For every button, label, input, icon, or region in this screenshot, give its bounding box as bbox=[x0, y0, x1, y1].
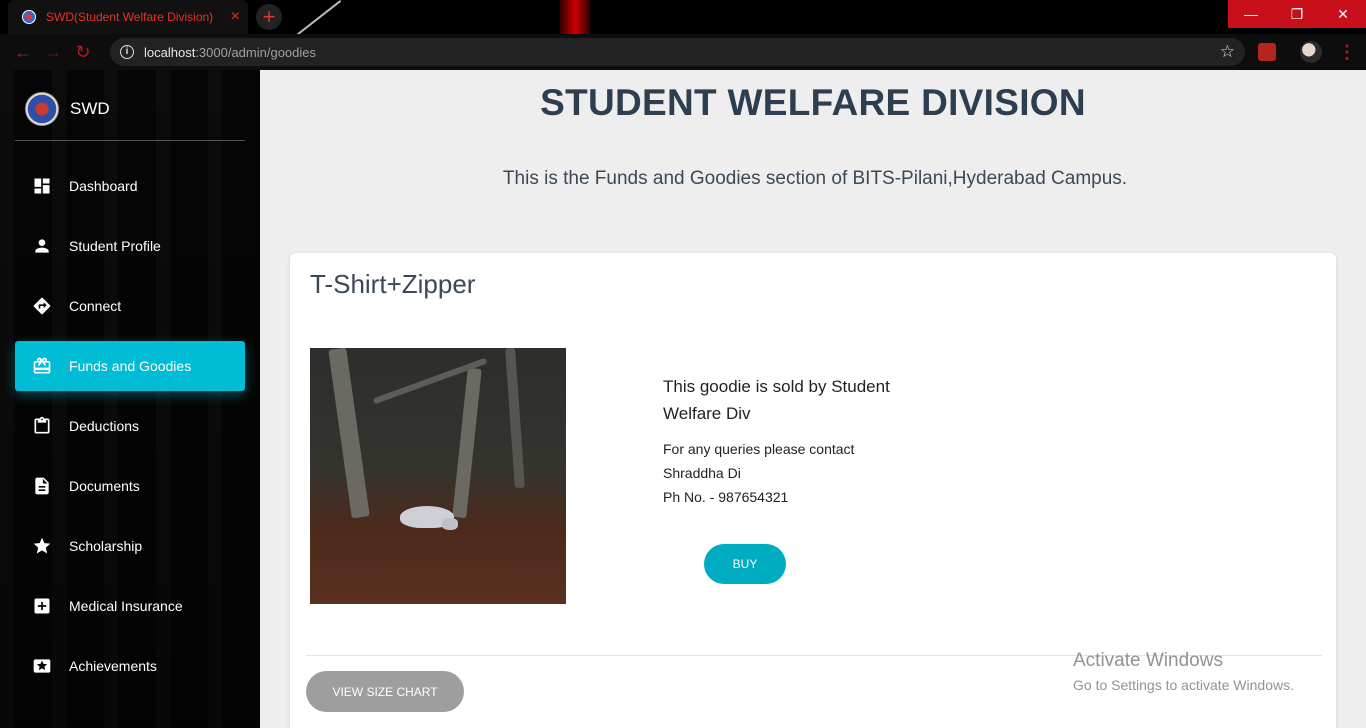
dashboard-icon bbox=[15, 176, 69, 196]
sidebar-item-deductions[interactable]: Deductions bbox=[15, 401, 245, 451]
page-subtitle: This is the Funds and Goodies section of… bbox=[502, 168, 1128, 189]
window-controls: — ❐ ✕ bbox=[1228, 0, 1366, 28]
browser-tab[interactable]: SWD(Student Welfare Division) × bbox=[8, 0, 248, 34]
sidebar-item-label: Connect bbox=[69, 298, 122, 314]
favicon-icon bbox=[22, 10, 36, 24]
reload-icon[interactable]: ↻ bbox=[68, 42, 98, 63]
goodie-title: T-Shirt+Zipper bbox=[310, 269, 476, 299]
sidebar-item-dashboard[interactable]: Dashboard bbox=[15, 161, 245, 211]
sidebar-item-funds-and-goodies[interactable]: Funds and Goodies bbox=[15, 341, 245, 391]
tree-trunk bbox=[328, 348, 370, 519]
page-title: STUDENT WELFARE DIVISION bbox=[540, 82, 1086, 123]
bookmark-star-icon[interactable]: ☆ bbox=[1220, 42, 1235, 62]
close-window-button[interactable]: ✕ bbox=[1320, 0, 1366, 28]
buy-button[interactable]: BUY bbox=[704, 544, 786, 584]
sidebar-item-label: Dashboard bbox=[69, 178, 138, 194]
back-arrow-icon[interactable]: ← bbox=[8, 42, 38, 63]
sidebar-item-medical-insurance[interactable]: Medical Insurance bbox=[15, 581, 245, 631]
medical-cross-icon bbox=[15, 596, 69, 616]
url-host: localhost bbox=[144, 44, 196, 60]
view-size-chart-button[interactable]: VIEW SIZE CHART bbox=[306, 671, 464, 712]
windows-activation-watermark: Activate Windows Go to Settings to activ… bbox=[1073, 650, 1294, 693]
contact-name: Shraddha Di bbox=[663, 465, 741, 481]
brand[interactable]: SWD bbox=[25, 92, 110, 126]
sidebar-item-label: Achievements bbox=[69, 658, 157, 674]
main-content: STUDENT WELFARE DIVISION This is the Fun… bbox=[260, 70, 1366, 728]
award-icon bbox=[15, 656, 69, 676]
new-tab-button[interactable]: + bbox=[256, 4, 282, 30]
info-icon[interactable]: i bbox=[120, 45, 134, 59]
sidebar-item-label: Medical Insurance bbox=[69, 598, 183, 614]
browser-toolbar: ← → ↻ i localhost:3000/admin/goodies ☆ bbox=[0, 34, 1366, 70]
contact-phone: Ph No. - 987654321 bbox=[663, 489, 789, 505]
sidebar-item-student-profile[interactable]: Student Profile bbox=[15, 221, 245, 271]
contact-intro: For any queries please contact bbox=[663, 441, 855, 457]
restore-button[interactable]: ❐ bbox=[1274, 0, 1320, 28]
tab-title: SWD(Student Welfare Division) bbox=[46, 10, 214, 24]
address-bar[interactable]: i localhost:3000/admin/goodies ☆ bbox=[110, 38, 1245, 66]
sidebar-item-label: Scholarship bbox=[69, 538, 143, 554]
sidebar: SWD Dashboard Student Profile Connect Fu… bbox=[0, 70, 260, 728]
wallpaper-accent bbox=[560, 0, 590, 34]
tree-trunk bbox=[452, 367, 482, 519]
sidebar-item-label: Funds and Goodies bbox=[69, 358, 192, 374]
extension-icon[interactable] bbox=[1258, 43, 1276, 61]
sidebar-item-label: Deductions bbox=[69, 418, 140, 434]
sidebar-item-label: Documents bbox=[69, 478, 140, 494]
forward-arrow-icon[interactable]: → bbox=[38, 42, 68, 63]
clipboard-icon bbox=[15, 416, 69, 436]
goodie-seller: This goodie is sold by Student Welfare D… bbox=[663, 377, 890, 423]
sidebar-item-achievements[interactable]: Achievements bbox=[15, 641, 245, 691]
directions-icon bbox=[15, 296, 69, 316]
browser-menu-icon[interactable]: ⋮ bbox=[1338, 42, 1356, 63]
star-icon bbox=[15, 536, 69, 556]
tab-close-icon[interactable]: × bbox=[231, 8, 240, 26]
sidebar-item-documents[interactable]: Documents bbox=[15, 461, 245, 511]
minimize-button[interactable]: — bbox=[1228, 0, 1274, 28]
brand-text: SWD bbox=[70, 99, 110, 118]
sidebar-item-connect[interactable]: Connect bbox=[15, 281, 245, 331]
url-text[interactable]: localhost:3000/admin/goodies bbox=[144, 45, 316, 60]
person-icon bbox=[15, 236, 69, 256]
watermark-title: Activate Windows bbox=[1073, 650, 1223, 671]
watermark-subtitle: Go to Settings to activate Windows. bbox=[1073, 677, 1294, 693]
url-path: :3000/admin/goodies bbox=[195, 44, 317, 60]
tree-trunk bbox=[505, 348, 525, 489]
browser-tabstrip: SWD(Student Welfare Division) × + — ❐ ✕ bbox=[0, 0, 1366, 34]
sidebar-item-scholarship[interactable]: Scholarship bbox=[15, 521, 245, 571]
goodie-image bbox=[310, 348, 566, 604]
horse-head bbox=[442, 518, 458, 530]
sidebar-divider bbox=[15, 140, 245, 141]
bits-logo-icon bbox=[25, 92, 59, 126]
profile-avatar[interactable] bbox=[1300, 41, 1322, 63]
document-icon bbox=[15, 476, 69, 496]
sidebar-item-label: Student Profile bbox=[69, 238, 161, 254]
wallpaper-line bbox=[292, 0, 342, 34]
card-giftcard-icon bbox=[15, 356, 69, 376]
